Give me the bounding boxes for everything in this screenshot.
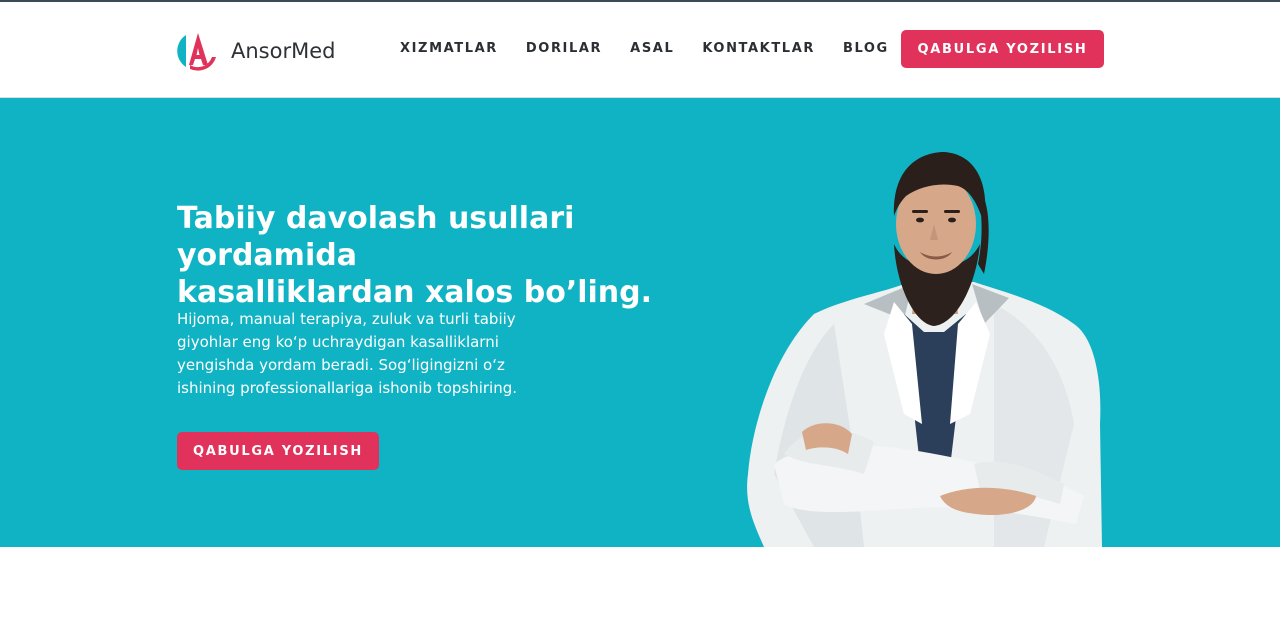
hero-title-line-1: Tabiiy davolash usullari yordamida — [177, 201, 575, 273]
hero-title-line-2: kasalliklardan xalos bo’ling. — [177, 275, 653, 310]
ansormed-logo-icon — [177, 33, 216, 71]
hero-section: Tabiiy davolash usullari yordamida kasal… — [0, 98, 1280, 547]
hero-description: Hijoma, manual terapiya, zuluk va turli … — [177, 310, 518, 397]
nav-item-asal[interactable]: ASAL — [630, 41, 674, 56]
nav-item-dorilar[interactable]: DORILAR — [526, 41, 602, 56]
site-header: AnsorMed XIZMATLAR DORILAR ASAL KONTAKTL… — [0, 2, 1280, 98]
nav-item-blog[interactable]: BLOG — [843, 41, 889, 56]
nav-item-kontaktlar[interactable]: KONTAKTLAR — [702, 41, 815, 56]
logo-link[interactable]: AnsorMed — [176, 29, 335, 73]
brand-name: AnsorMed — [231, 39, 336, 63]
hero-appointment-button[interactable]: QABULGA YOZILISH — [177, 432, 379, 470]
header-appointment-button[interactable]: QABULGA YOZILISH — [901, 30, 1104, 68]
hero-title: Tabiiy davolash usullari yordamida kasal… — [177, 200, 737, 311]
main-nav: XIZMATLAR DORILAR ASAL KONTAKTLAR BLOG — [400, 41, 917, 56]
doctor-photo — [747, 152, 1102, 547]
nav-item-xizmatlar[interactable]: XIZMATLAR — [400, 41, 498, 56]
